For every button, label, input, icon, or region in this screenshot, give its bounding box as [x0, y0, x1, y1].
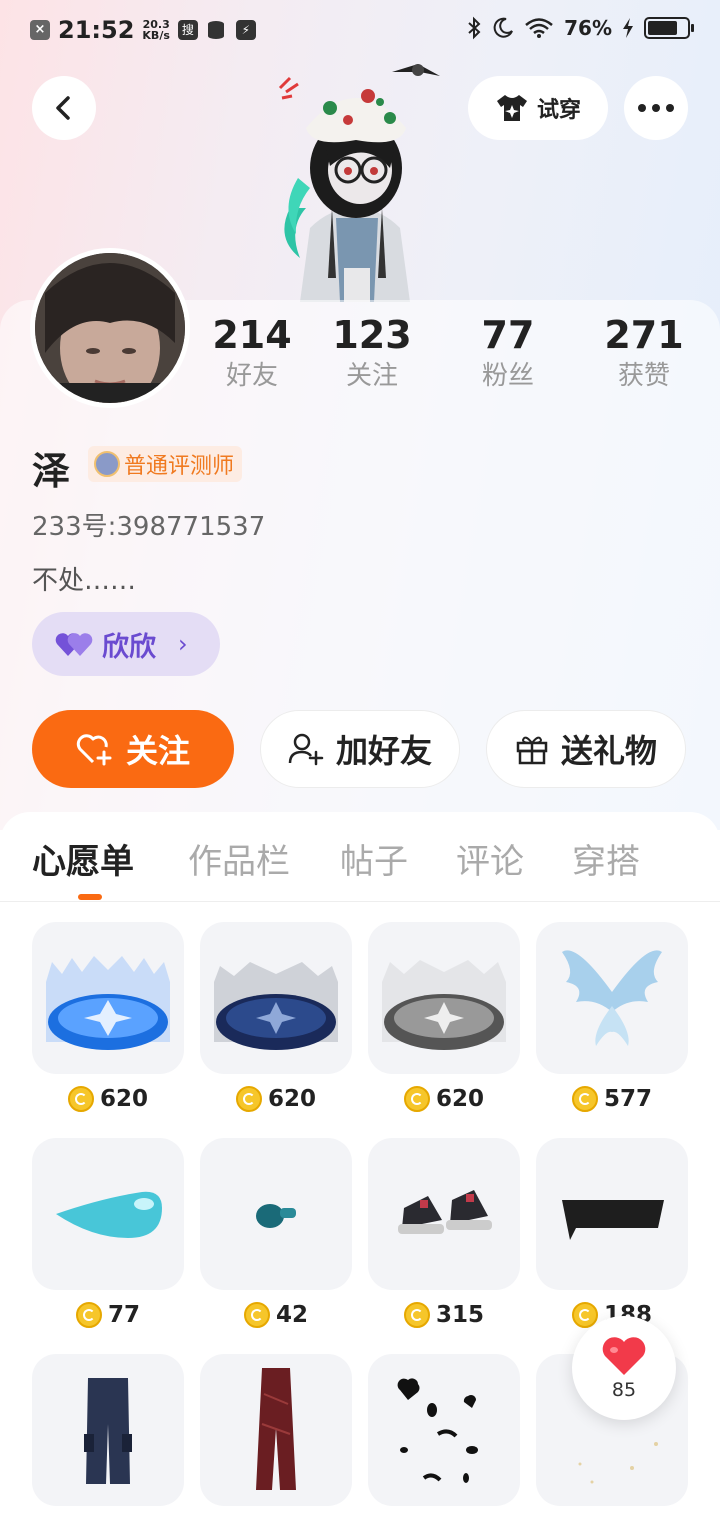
item-thumbnail	[536, 1138, 688, 1290]
item-price: 315	[435, 1302, 484, 1328]
tab-works[interactable]: 作品栏	[188, 834, 290, 883]
wishlist-item[interactable]: 188	[536, 1138, 688, 1340]
item-price: 577	[603, 1086, 652, 1112]
item-thumbnail	[200, 922, 352, 1074]
item-price: 42	[275, 1302, 308, 1328]
item-thumbnail	[536, 922, 688, 1074]
try-on-button[interactable]: 试穿	[468, 76, 608, 140]
send-gift-button[interactable]: 送礼物	[486, 710, 686, 788]
item-thumbnail	[32, 1354, 184, 1506]
coin-icon	[571, 1086, 598, 1112]
stat-followers[interactable]: 77 粉丝	[448, 312, 568, 394]
database-icon	[207, 21, 224, 39]
status-bar: × 21:52 20.3 KB/s 搜 ⚡ 76%	[0, 0, 720, 66]
coin-icon	[235, 1086, 262, 1112]
cp-relationship-pill[interactable]: 欣欣 ›	[32, 612, 220, 676]
coin-icon	[403, 1086, 430, 1112]
tshirt-icon	[496, 95, 527, 121]
user-bio: 不处……	[32, 566, 137, 596]
moon-icon	[493, 17, 514, 38]
wishlist-grid: 620 620 620 577 77 42 315 188	[0, 902, 720, 1520]
tab-posts[interactable]: 帖子	[340, 834, 408, 883]
reviewer-badge[interactable]: 普通评测师	[88, 446, 243, 482]
item-thumbnail	[200, 1138, 352, 1290]
charging-icon	[623, 18, 633, 38]
battery-percent: 76%	[564, 16, 612, 40]
network-speed: 20.3 KB/s	[142, 18, 170, 42]
profile-avatar[interactable]	[30, 248, 190, 408]
wishlist-item[interactable]	[368, 1354, 520, 1520]
item-thumbnail	[368, 1354, 520, 1506]
search-app-icon: 搜	[177, 20, 198, 40]
add-friend-button[interactable]: 加好友	[260, 710, 460, 788]
like-count: 85	[611, 1379, 637, 1401]
wishlist-item[interactable]: 577	[536, 922, 688, 1124]
wifi-icon	[525, 18, 553, 38]
item-thumbnail	[368, 1138, 520, 1290]
profile-stats: 214 好友 123 关注 77 粉丝 271 获赞	[190, 312, 720, 412]
add-user-icon	[288, 733, 324, 766]
chevron-right-icon: ›	[178, 630, 188, 658]
flash-app-icon: ⚡	[235, 20, 256, 40]
item-thumbnail	[200, 1354, 352, 1506]
wishlist-item[interactable]	[200, 1354, 352, 1520]
wishlist-item[interactable]: 42	[200, 1138, 352, 1340]
item-price: 620	[435, 1086, 484, 1112]
try-on-label: 试穿	[536, 98, 581, 123]
wishlist-item[interactable]: 620	[200, 922, 352, 1124]
active-tab-indicator	[78, 894, 102, 900]
more-dots-icon	[638, 104, 674, 112]
coin-icon	[75, 1302, 102, 1328]
tab-outfits[interactable]: 穿搭	[572, 834, 640, 883]
floating-like-button[interactable]: 85	[572, 1316, 676, 1420]
more-button[interactable]	[624, 76, 688, 140]
item-thumbnail	[32, 922, 184, 1074]
notification-close-icon: ×	[30, 20, 50, 40]
cp-name: 欣欣	[102, 631, 156, 663]
avatar-photo	[35, 253, 185, 403]
stat-following[interactable]: 123 关注	[312, 312, 432, 394]
chevron-left-icon	[56, 96, 70, 120]
coin-icon	[243, 1302, 270, 1328]
user-id: 233号:398771537	[32, 512, 266, 542]
coin-icon	[403, 1302, 430, 1328]
gift-icon	[516, 736, 548, 765]
status-time: 21:52	[58, 16, 135, 44]
badge-emblem-icon	[94, 451, 120, 477]
wishlist-item[interactable]: 315	[368, 1138, 520, 1340]
back-button[interactable]	[32, 76, 96, 140]
item-price: 620	[267, 1086, 316, 1112]
item-thumbnail	[368, 922, 520, 1074]
heart-plus-icon	[76, 734, 112, 766]
stat-friends[interactable]: 214 好友	[192, 312, 312, 394]
item-price: 620	[99, 1086, 148, 1112]
user-name: 泽	[32, 449, 71, 493]
item-thumbnail	[32, 1138, 184, 1290]
bluetooth-icon	[468, 16, 481, 40]
heart-icon	[602, 1337, 646, 1375]
avatar-character	[278, 64, 440, 302]
stat-likes[interactable]: 271 获赞	[584, 312, 704, 394]
wishlist-item[interactable]	[32, 1354, 184, 1520]
double-heart-icon	[55, 633, 93, 656]
tab-comments[interactable]: 评论	[456, 834, 524, 883]
wishlist-item[interactable]: 620	[32, 922, 184, 1124]
coin-icon	[67, 1086, 94, 1112]
item-price: 77	[107, 1302, 140, 1328]
follow-button[interactable]: 关注	[32, 710, 234, 788]
battery-icon	[644, 17, 694, 39]
wishlist-item[interactable]: 620	[368, 922, 520, 1124]
wishlist-item[interactable]: 77	[32, 1138, 184, 1340]
tab-wishlist[interactable]: 心愿单	[32, 834, 134, 883]
content-tabs: 心愿单 作品栏 帖子 评论 穿搭	[0, 812, 720, 902]
